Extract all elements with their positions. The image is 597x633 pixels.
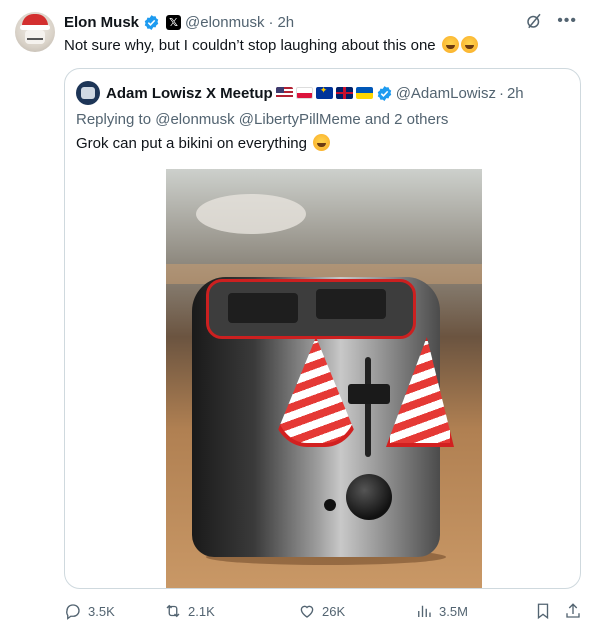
like-button[interactable]: 26K [298, 602, 345, 620]
poland-flag-icon [295, 87, 313, 99]
views-count: 3.5M [439, 603, 468, 619]
reply-others[interactable]: and 2 others [365, 111, 448, 128]
quote-text: Grok can put a bikini on everything [76, 134, 331, 152]
laughing-emoji-icon [313, 134, 331, 151]
more-options-icon[interactable]: ••• [557, 13, 577, 29]
tweet-text-content: Not sure why, but I couldn’t stop laughi… [64, 37, 436, 54]
repost-icon [166, 604, 180, 618]
repost-button[interactable]: 2.1K [164, 602, 215, 620]
bookmark-icon [537, 603, 549, 620]
reply-count: 3.5K [88, 603, 115, 619]
replying-to-label: Replying to [76, 111, 152, 128]
tweet-text: Not sure why, but I couldn’t stop laughi… [64, 36, 478, 56]
views-chart-icon [418, 605, 431, 617]
replying-to-line: Replying to @elonmusk @LibertyPillMeme a… [76, 111, 448, 128]
laughing-emoji-icon [441, 36, 459, 53]
eu-flag-icon [315, 87, 333, 99]
ukraine-flag-icon [355, 87, 373, 99]
quote-image[interactable] [166, 169, 482, 588]
quoted-tweet-card[interactable]: Adam Lowisz X Meetup @AdamLowisz · 2h Re… [64, 68, 581, 589]
verified-badge-icon [144, 14, 159, 30]
us-flag-icon [275, 87, 293, 99]
tweet-time[interactable]: 2h [277, 14, 294, 31]
top-actions: ••• [525, 12, 577, 30]
reply-button[interactable]: 3.5K [64, 602, 115, 620]
reply-icon [66, 604, 80, 620]
grok-icon[interactable] [525, 12, 543, 30]
quote-text-content: Grok can put a bikini on everything [76, 135, 307, 152]
toaster-knob [346, 474, 392, 520]
share-button[interactable] [564, 602, 582, 620]
laughing-emoji-icon [460, 36, 478, 53]
uk-flag-icon [335, 87, 353, 99]
quote-author-avatar[interactable] [76, 81, 100, 105]
x-logo-icon: 𝕏 [166, 14, 182, 30]
like-count: 26K [322, 603, 346, 619]
quote-author-handle[interactable]: @AdamLowisz [396, 85, 496, 102]
separator-dot: · [268, 13, 274, 31]
views-button[interactable]: 3.5M [415, 602, 468, 620]
author-handle[interactable]: @elonmusk [185, 14, 264, 31]
author-name[interactable]: Elon Musk [64, 14, 139, 31]
repost-count: 2.1K [188, 603, 215, 619]
author-avatar[interactable] [15, 12, 55, 52]
bookmark-button[interactable] [534, 602, 552, 620]
heart-icon [300, 605, 314, 618]
separator-dot: · [498, 84, 504, 102]
action-bar: 3.5K 2.1K 26K 3.5M [64, 602, 581, 622]
tweet-header: Elon Musk 𝕏 @elonmusk · 2h [64, 12, 294, 32]
verified-badge-icon [377, 85, 391, 101]
share-icon [566, 603, 580, 618]
quote-time[interactable]: 2h [507, 85, 524, 102]
reply-mentions[interactable]: @elonmusk @LibertyPillMeme [155, 111, 361, 128]
quote-header: Adam Lowisz X Meetup @AdamLowisz · 2h [106, 82, 524, 104]
quote-author-name[interactable]: Adam Lowisz X Meetup [106, 85, 273, 102]
